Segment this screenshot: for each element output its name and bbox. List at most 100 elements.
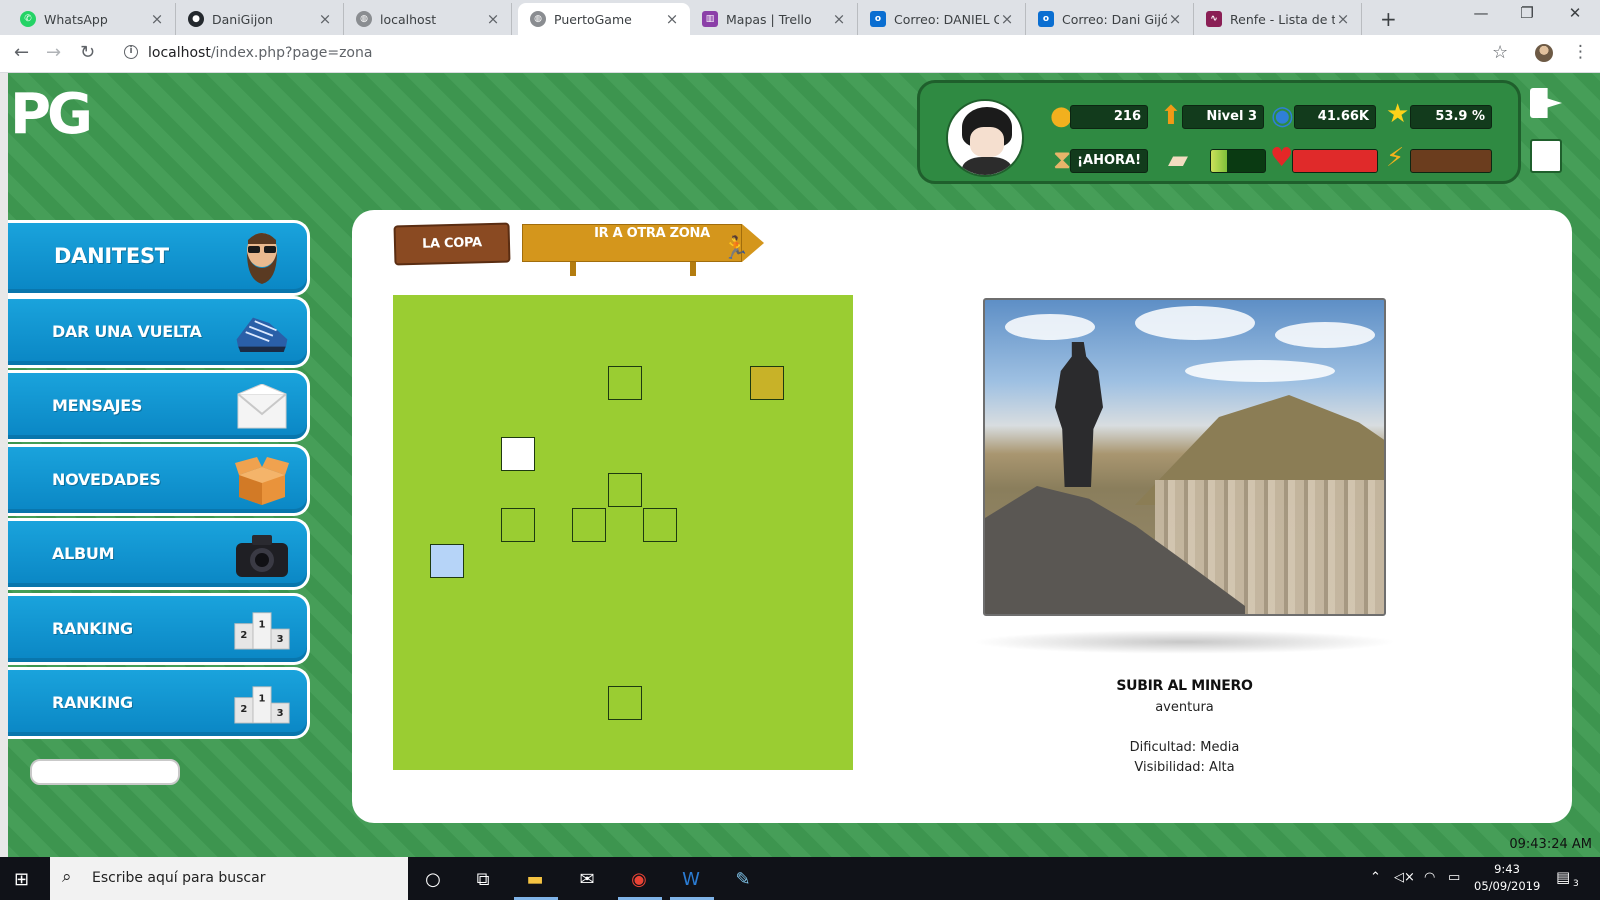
podium-icon: 1 2 3 — [233, 678, 291, 730]
menu-item-ranking-2[interactable]: RANKING 1 2 3 — [8, 667, 310, 739]
close-icon[interactable]: × — [149, 10, 165, 28]
menu-label: RANKING — [52, 619, 133, 638]
close-icon[interactable]: × — [1335, 10, 1351, 28]
player-hud: ● 216 ⬆ Nivel 3 ◉ 41.66K ★ 53.9 % ⧗ ¡AHO… — [917, 80, 1521, 184]
map-cell[interactable] — [608, 366, 642, 400]
lightning-icon: ⚡ — [1386, 143, 1405, 173]
forward-button[interactable]: → — [46, 42, 61, 63]
battery-icon[interactable]: ▭ — [1448, 870, 1460, 885]
wifi-icon[interactable]: ◠ — [1424, 870, 1435, 885]
player-avatar[interactable] — [946, 99, 1024, 177]
tab-localhost[interactable]: ◍ localhost × — [344, 3, 512, 35]
cortana-icon[interactable]: ○ — [420, 866, 446, 892]
bookmark-star-icon[interactable]: ☆ — [1492, 42, 1508, 63]
map-cell[interactable] — [643, 508, 677, 542]
menu-item-mensajes[interactable]: MENSAJES — [8, 370, 310, 442]
running-figure-icon: 🏃 — [722, 236, 750, 261]
menu-item-dar-una-vuelta[interactable]: DAR UNA VUELTA — [8, 296, 310, 368]
envelope-icon — [233, 381, 291, 433]
tray-clock[interactable]: 9:43 05/09/2019 — [1474, 861, 1540, 895]
tab-trello[interactable]: ▥ Mapas | Trello × — [690, 3, 858, 35]
tab-title: DaniGijon — [212, 11, 273, 27]
globe-icon: ◍ — [530, 11, 546, 27]
statue-figure — [1055, 342, 1103, 487]
map-cell[interactable] — [608, 686, 642, 720]
menu-item-profile[interactable]: DANITEST — [8, 220, 310, 296]
profile-avatar[interactable] — [1535, 44, 1553, 62]
menu-item-novedades[interactable]: NOVEDADES — [8, 444, 310, 516]
tab-puertogame[interactable]: ◍ PuertoGame × — [518, 3, 690, 35]
chrome-icon[interactable]: ◉ — [626, 866, 652, 892]
mail-icon[interactable]: ✉ — [574, 866, 600, 892]
tab-whatsapp[interactable]: ✆ WhatsApp × — [8, 3, 176, 35]
map-cell-gold[interactable] — [750, 366, 784, 400]
tab-outlook-2[interactable]: o Correo: Dani Gijón × — [1026, 3, 1194, 35]
menu-item-ranking-1[interactable]: RANKING 1 2 3 — [8, 593, 310, 665]
menu-item-album[interactable]: ALBUM — [8, 518, 310, 590]
percent-value: 53.9 % — [1410, 105, 1492, 129]
map-cell[interactable] — [608, 473, 642, 507]
svg-text:2: 2 — [240, 704, 247, 715]
reload-button[interactable]: ↻ — [80, 42, 95, 63]
close-icon[interactable]: × — [831, 10, 847, 28]
world-value: 41.66K — [1294, 105, 1376, 129]
zone-photo — [983, 298, 1386, 616]
book-icon: ▰ — [1168, 145, 1188, 175]
tray-date: 05/09/2019 — [1474, 879, 1541, 893]
minimize-button[interactable]: — — [1458, 4, 1504, 22]
close-icon[interactable]: × — [485, 10, 501, 28]
menu-label: RANKING — [52, 693, 133, 712]
info-icon[interactable]: i — [124, 45, 138, 59]
volume-muted-icon[interactable]: ◁× — [1394, 870, 1415, 885]
zone-visibility: Visibilidad: Alta — [1134, 760, 1235, 775]
zone-title: SUBIR AL MINERO — [1116, 678, 1253, 694]
close-icon[interactable]: × — [999, 10, 1015, 28]
tray-time: 9:43 — [1494, 862, 1520, 876]
paint-icon[interactable]: ✎ — [730, 866, 756, 892]
la-copa-sign-button[interactable]: LA COPA — [393, 222, 511, 266]
map-cell-player[interactable] — [430, 544, 464, 578]
restore-button[interactable]: ❐ — [1504, 4, 1550, 22]
tab-title: Correo: Dani Gijón — [1062, 11, 1167, 27]
page-left-edge — [0, 73, 8, 857]
logout-icon[interactable] — [1530, 88, 1562, 118]
close-window-button[interactable]: ✕ — [1552, 4, 1598, 22]
tab-renfe[interactable]: ∿ Renfe - Lista de tre × — [1194, 3, 1362, 35]
browser-menu-icon[interactable]: ⋮ — [1572, 42, 1589, 62]
book-progress-fill — [1211, 150, 1228, 172]
map-cell[interactable] — [501, 508, 535, 542]
globe-icon: ◉ — [1271, 101, 1294, 131]
address-bar[interactable]: localhost/index.php?page=zona — [148, 45, 372, 61]
zone-difficulty: Dificultad: Media — [1129, 740, 1240, 755]
map-cell-white[interactable] — [501, 437, 535, 471]
task-view-icon[interactable]: ⧉ — [470, 866, 496, 892]
taskbar-search-box[interactable]: ⌕ Escribe aquí para buscar — [50, 857, 408, 900]
map-cell[interactable] — [572, 508, 606, 542]
windows-start-icon[interactable]: ⊞ — [14, 869, 29, 890]
close-icon[interactable]: × — [1167, 10, 1183, 28]
game-logo[interactable]: PG — [10, 85, 93, 145]
close-icon[interactable]: × — [664, 10, 680, 28]
svg-text:1: 1 — [259, 693, 266, 704]
svg-text:3: 3 — [277, 708, 284, 719]
windows-taskbar: ⊞ ⌕ Escribe aquí para buscar ○ ⧉ ▬ ✉ ◉ W… — [0, 857, 1600, 900]
hourglass-icon: ⧗ — [1053, 145, 1072, 175]
tray-chevron-icon[interactable]: ⌃ — [1370, 870, 1381, 885]
word-icon[interactable]: W — [678, 866, 704, 892]
sidebar-search-input[interactable] — [30, 759, 180, 785]
new-tab-button[interactable]: + — [1380, 7, 1397, 31]
tab-title: WhatsApp — [44, 11, 108, 27]
zone-grid-map[interactable] — [393, 295, 853, 770]
notifications-icon[interactable]: ▤ — [1556, 868, 1570, 886]
tab-github[interactable]: ● DaniGijon × — [176, 3, 344, 35]
globe-icon: ◍ — [356, 11, 372, 27]
back-button[interactable]: ← — [14, 42, 29, 63]
sign-label: IR A OTRA ZONA — [594, 226, 710, 241]
book-progress-bar — [1210, 149, 1266, 173]
notebook-icon[interactable] — [1530, 139, 1562, 173]
file-explorer-icon[interactable]: ▬ — [522, 866, 548, 892]
menu-label: MENSAJES — [52, 396, 143, 415]
close-icon[interactable]: × — [317, 10, 333, 28]
browser-tabstrip: ✆ WhatsApp × ● DaniGijon × ◍ localhost ×… — [0, 0, 1600, 35]
tab-outlook-1[interactable]: o Correo: DANIEL Gi × — [858, 3, 1026, 35]
